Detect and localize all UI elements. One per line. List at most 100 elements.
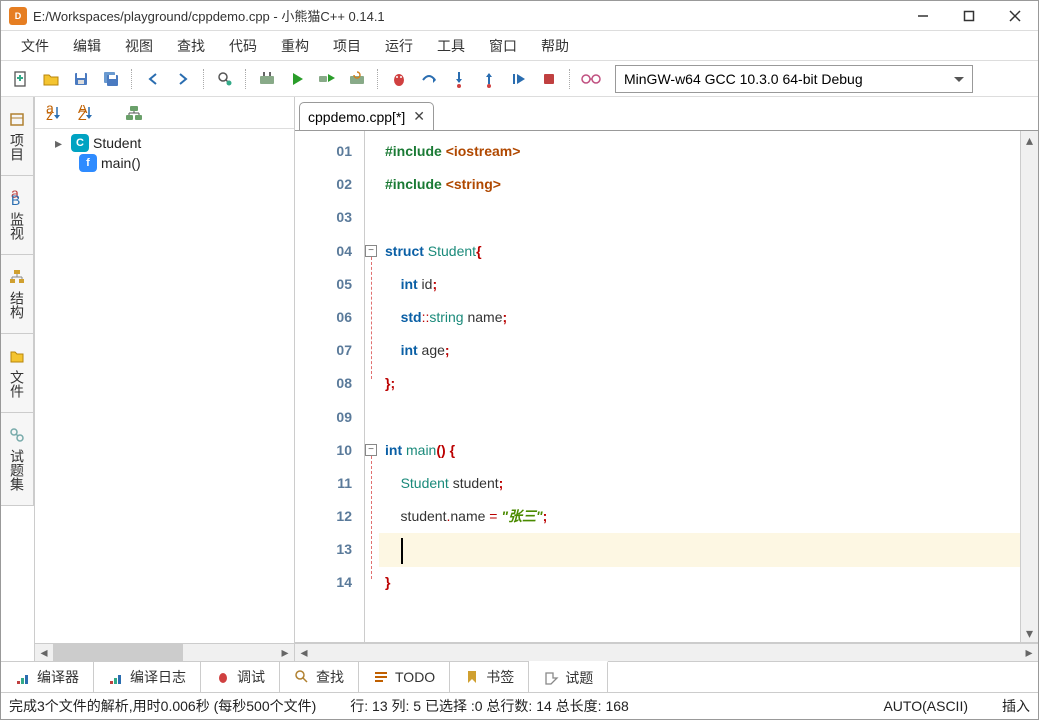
line-number: 06 [295, 301, 360, 334]
svg-text:z: z [46, 107, 53, 121]
debug-icon [215, 669, 231, 685]
status-parse: 完成3个文件的解析,用时0.006秒 (每秒500个文件) [9, 696, 316, 716]
menu-编辑[interactable]: 编辑 [61, 32, 113, 60]
compiler-select[interactable]: MinGW-w64 GCC 10.3.0 64-bit Debug [615, 65, 973, 93]
bottom-tab-编译日志[interactable]: 编译日志 [94, 662, 201, 692]
line-number: 05 [295, 268, 360, 301]
panel-toolbar: az AZ [35, 97, 294, 129]
dock-tab-监视[interactable]: aB监视 [1, 175, 34, 255]
search-button[interactable] [213, 67, 237, 91]
maximize-button[interactable] [946, 1, 992, 31]
editor[interactable]: 0102030405060708091011121314 −− #include… [295, 131, 1038, 643]
menu-工具[interactable]: 工具 [425, 32, 477, 60]
editor-vscrollbar[interactable]: ▴▾ [1020, 131, 1038, 642]
status-mode: 插入 [1002, 696, 1030, 716]
todo-icon [373, 669, 389, 685]
bottom-tab-调试[interactable]: 调试 [201, 662, 280, 692]
tab-close-icon[interactable]: ✕ [413, 108, 425, 125]
code-area[interactable]: #include <iostream>#include <string> str… [379, 131, 1020, 642]
editor-tab[interactable]: cppdemo.cpp[*] ✕ [299, 102, 434, 130]
tree-label: Student [93, 135, 141, 151]
menu-查找[interactable]: 查找 [165, 32, 217, 60]
left-dock: 项目aB监视结构文件试题集 [1, 97, 35, 661]
dock-tab-文件[interactable]: 文件 [1, 333, 34, 413]
menu-帮助[interactable]: 帮助 [529, 32, 581, 60]
menu-文件[interactable]: 文件 [9, 32, 61, 60]
structure-panel: az AZ ▸CStudentfmain() ◂▸ [35, 97, 295, 661]
step-out-button[interactable] [477, 67, 501, 91]
bottom-tab-书签[interactable]: 书签 [450, 662, 529, 692]
show-inherited-button[interactable] [121, 101, 147, 125]
compiler-label: MinGW-w64 GCC 10.3.0 64-bit Debug [624, 71, 863, 87]
line-number: 08 [295, 367, 360, 400]
menu-窗口[interactable]: 窗口 [477, 32, 529, 60]
menu-视图[interactable]: 视图 [113, 32, 165, 60]
dock-tab-icon: aB [9, 190, 25, 206]
rebuild-button[interactable] [345, 67, 369, 91]
line-number: 07 [295, 334, 360, 367]
line-number: 03 [295, 201, 360, 234]
tree-item-main()[interactable]: fmain() [35, 153, 294, 173]
line-number: 02 [295, 168, 360, 201]
new-file-button[interactable] [9, 67, 33, 91]
menubar: 文件编辑视图查找代码重构项目运行工具窗口帮助 [1, 31, 1038, 61]
dock-tab-项目[interactable]: 项目 [1, 97, 34, 176]
run-button[interactable] [285, 67, 309, 91]
bottom-tab-label: 编译日志 [130, 667, 186, 687]
bookmark-icon [464, 669, 480, 685]
forward-button[interactable] [171, 67, 195, 91]
editor-pane: cppdemo.cpp[*] ✕ 01020304050607080910111… [295, 97, 1038, 661]
log-icon [108, 669, 124, 685]
sort-type-button[interactable]: AZ [73, 101, 99, 125]
tree-expander[interactable]: ▸ [55, 135, 67, 152]
save-all-button[interactable] [99, 67, 123, 91]
text-caret [401, 538, 403, 564]
dock-tab-结构[interactable]: 结构 [1, 254, 34, 334]
line-number: 01 [295, 135, 360, 168]
dock-tab-icon [9, 348, 25, 364]
dock-tab-试题集[interactable]: 试题集 [1, 412, 34, 506]
fold-toggle[interactable]: − [365, 245, 377, 257]
glasses-icon[interactable] [579, 67, 603, 91]
step-into-button[interactable] [447, 67, 471, 91]
menu-代码[interactable]: 代码 [217, 32, 269, 60]
fold-column[interactable]: −− [365, 131, 379, 642]
dock-tab-icon [9, 269, 25, 285]
step-over-button[interactable] [417, 67, 441, 91]
tree-item-Student[interactable]: ▸CStudent [35, 133, 294, 153]
bottom-tab-TODO[interactable]: TODO [359, 662, 450, 692]
save-button[interactable] [69, 67, 93, 91]
bottom-tab-编译器[interactable]: 编译器 [1, 662, 94, 692]
menu-运行[interactable]: 运行 [373, 32, 425, 60]
debug-button[interactable] [387, 67, 411, 91]
structure-tree[interactable]: ▸CStudentfmain() [35, 129, 294, 643]
open-file-button[interactable] [39, 67, 63, 91]
close-button[interactable] [992, 1, 1038, 31]
dock-tab-icon [9, 427, 25, 443]
fold-toggle[interactable]: − [365, 444, 377, 456]
minimize-button[interactable] [900, 1, 946, 31]
bottom-tab-试题[interactable]: 试题 [529, 661, 608, 692]
back-button[interactable] [141, 67, 165, 91]
editor-hscrollbar[interactable]: ◂▸ [295, 643, 1038, 661]
bottom-tabs: 编译器 编译日志调试查找TODO书签试题 [1, 661, 1038, 693]
compile-button[interactable] [255, 67, 279, 91]
line-gutter: 0102030405060708091011121314 [295, 131, 365, 642]
bottom-tab-label: 编译器 [37, 667, 79, 687]
continue-button[interactable] [507, 67, 531, 91]
bottom-tab-查找[interactable]: 查找 [280, 662, 359, 692]
statusbar: 完成3个文件的解析,用时0.006秒 (每秒500个文件) 行: 13 列: 5… [1, 693, 1038, 719]
editor-tabbar: cppdemo.cpp[*] ✕ [295, 97, 1038, 131]
compile-run-button[interactable] [315, 67, 339, 91]
compile-icon [15, 669, 31, 685]
menu-重构[interactable]: 重构 [269, 32, 321, 60]
body-row: 项目aB监视结构文件试题集 az AZ ▸CStudentfmain() ◂▸ … [1, 97, 1038, 661]
tree-label: main() [101, 155, 141, 171]
stop-button[interactable] [537, 67, 561, 91]
dock-tab-icon [9, 111, 25, 127]
sort-alpha-button[interactable]: az [41, 101, 67, 125]
menu-项目[interactable]: 项目 [321, 32, 373, 60]
status-encoding: AUTO(ASCII) [883, 698, 968, 714]
class-icon: C [71, 134, 89, 152]
panel-hscrollbar[interactable]: ◂▸ [35, 643, 294, 661]
